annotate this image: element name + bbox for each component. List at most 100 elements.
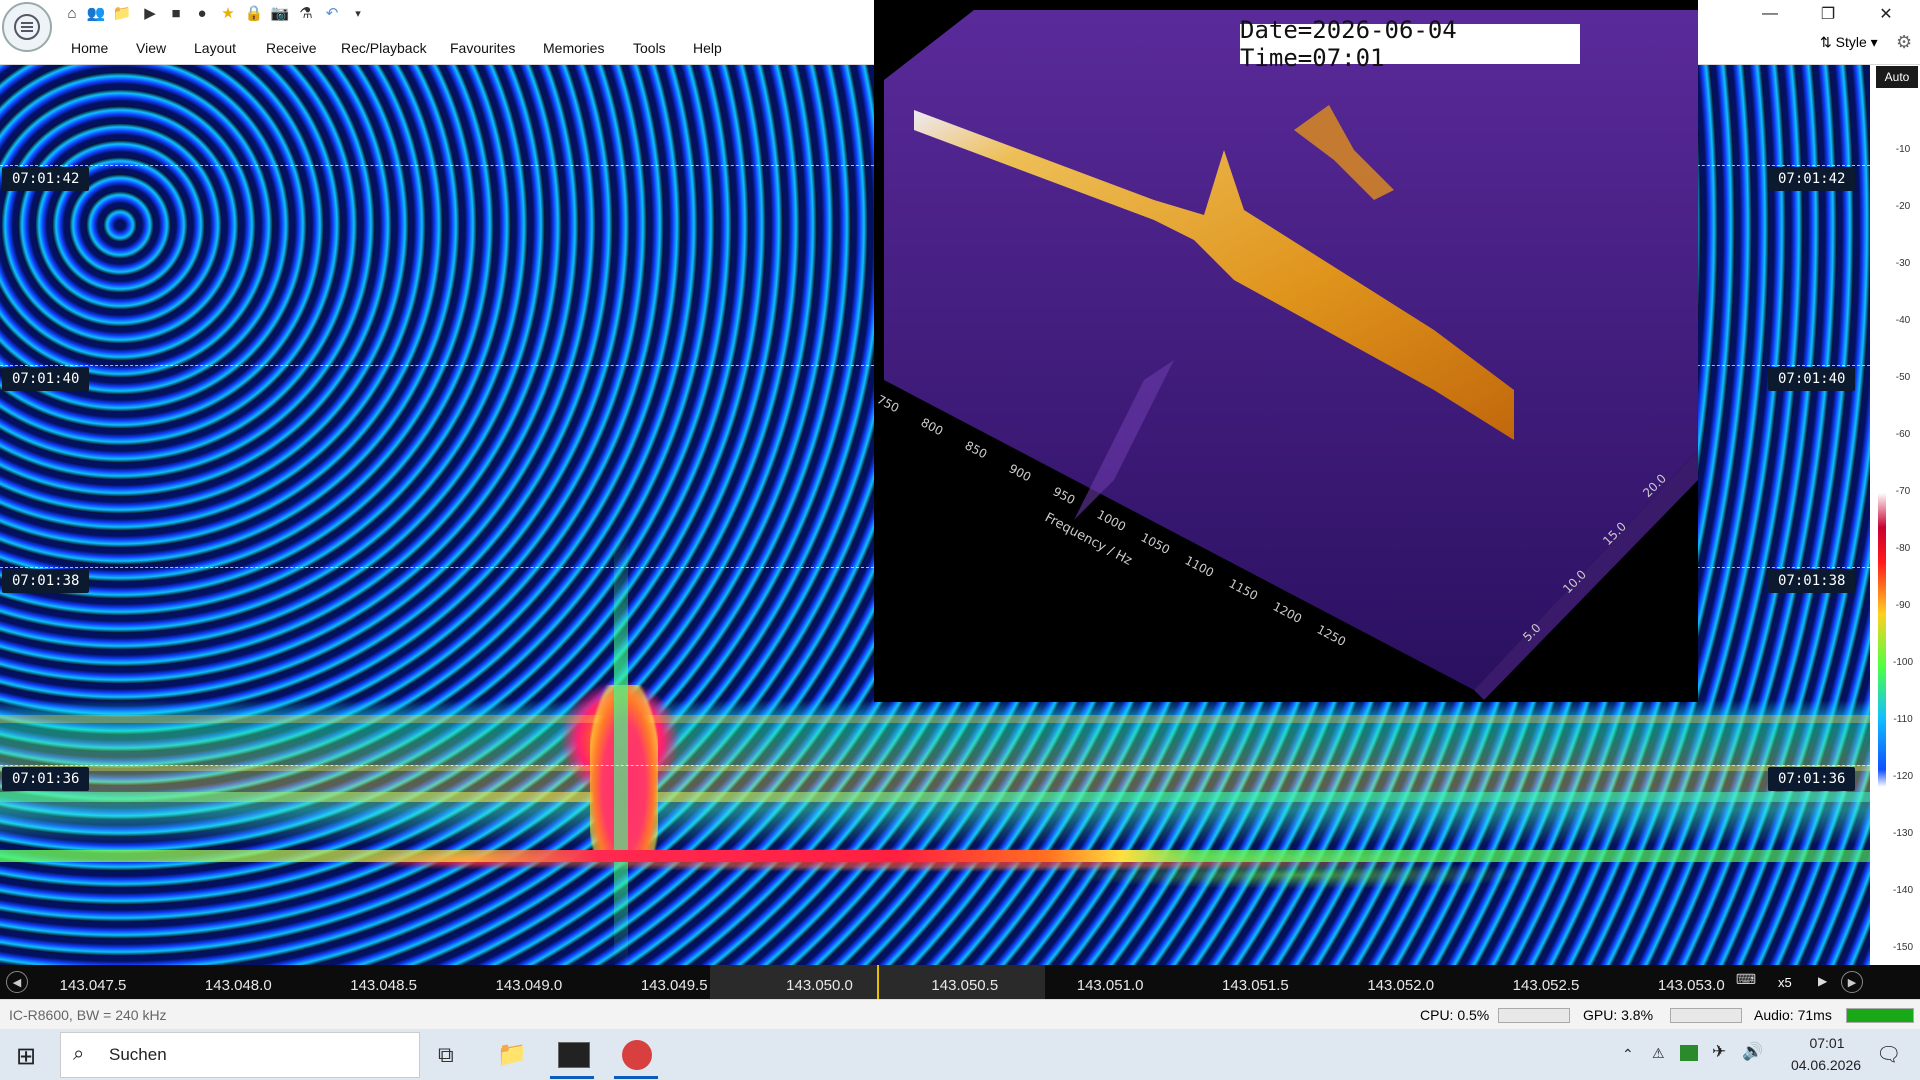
time-label-right: 07:01:42 [1768, 167, 1856, 191]
settings-icon[interactable]: ⚙ [1896, 32, 1912, 53]
menu-view[interactable]: View [136, 40, 166, 56]
level-tick-label: -120 [1892, 771, 1913, 782]
device-status: IC-R8600, BW = 240 kHz [9, 1007, 167, 1023]
level-tick-label: -20 [1895, 201, 1911, 212]
colour-scale-bar[interactable] [1878, 95, 1886, 960]
camera-icon[interactable]: 📷 [270, 3, 290, 23]
active-app-indicator [550, 1076, 594, 1079]
overlay-frequency-tick: 800 [919, 415, 946, 438]
chevron-up-icon[interactable]: ⌃ [1622, 1046, 1634, 1063]
frequency-tick-label: 143.051.5 [1222, 977, 1289, 994]
level-tick-label: -50 [1895, 372, 1911, 383]
users-icon[interactable]: 👥 [86, 3, 106, 23]
undo-icon[interactable]: ↶ [322, 3, 342, 23]
audio-meter [1846, 1008, 1914, 1023]
3d-spectrum-plot: 750800850900950100010501100115012001250 … [875, 10, 1698, 700]
frequency-tick-label: 143.048.0 [204, 977, 272, 994]
frequency-tick-label: 143.053.0 [1657, 977, 1725, 994]
notifications-icon[interactable]: 🗨 [1876, 1042, 1901, 1067]
scroll-right-icon[interactable]: ▶ [1841, 971, 1863, 993]
overlay-frequency-tick: 950 [1051, 484, 1078, 507]
taskbar-search[interactable]: ⌕ Suchen [60, 1032, 420, 1078]
clock-date[interactable]: 04.06.2026 [1784, 1057, 1868, 1073]
level-tick-label: -110 [1893, 714, 1913, 725]
level-tick-label: -60 [1895, 429, 1911, 440]
time-label-left: 07:01:40 [2, 367, 90, 391]
minimize-icon[interactable]: — [1742, 0, 1798, 28]
style-menu[interactable]: ⇅ Style ▾ [1820, 34, 1878, 51]
auto-scale-button[interactable]: Auto [1876, 66, 1918, 88]
volume-icon[interactable]: 🔊 [1742, 1042, 1763, 1062]
level-tick-label: -10 [1895, 144, 1911, 155]
menu-rec-playback[interactable]: Rec/Playback [341, 40, 427, 56]
time-label-right: 07:01:36 [1768, 767, 1856, 791]
time-gridline [0, 765, 1870, 766]
scroll-left-icon[interactable]: ◀ [6, 971, 28, 993]
record-icon[interactable]: ● [192, 3, 212, 23]
frequency-tick-label: 143.050.5 [931, 977, 999, 994]
tuning-marker[interactable] [877, 965, 879, 999]
cpu-meter [1498, 1008, 1570, 1023]
tray-gpu-icon[interactable] [1680, 1045, 1698, 1061]
flask-icon[interactable]: ⚗ [296, 3, 316, 23]
app-menu-button[interactable] [2, 2, 52, 52]
time-label-left: 07:01:36 [2, 767, 90, 791]
clock-time[interactable]: 07:01 [1792, 1035, 1862, 1051]
task-view-icon[interactable]: ⧉ [438, 1042, 454, 1068]
menu-receive[interactable]: Receive [266, 40, 317, 56]
style-icon: ⇅ [1820, 34, 1836, 50]
level-tick-label: -90 [1895, 600, 1911, 611]
restore-icon[interactable]: ❐ [1800, 0, 1856, 28]
gpu-meter [1670, 1008, 1742, 1023]
folder-icon[interactable]: 📁 [112, 3, 132, 23]
audio-latency: Audio: 71ms [1754, 1007, 1832, 1023]
search-icon: ⌕ [73, 1043, 85, 1065]
play-icon[interactable]: ▶ [140, 3, 160, 23]
windows-start-icon[interactable]: ⊞ [16, 1042, 36, 1071]
menu-favourites[interactable]: Favourites [450, 40, 515, 56]
airplane-mode-icon[interactable]: ✈ [1712, 1042, 1726, 1062]
frequency-tick-label: 143.052.5 [1512, 977, 1580, 994]
menu-layout[interactable]: Layout [194, 40, 236, 56]
frequency-axis[interactable]: ◀ 143.047.5 143.048.0 143.048.5 143.049.0 14… [0, 965, 1920, 999]
menu-help[interactable]: Help [693, 40, 722, 56]
gpu-usage: GPU: 3.8% [1583, 1007, 1654, 1023]
dropdown-icon[interactable]: ▾ [348, 3, 368, 23]
overlay-frequency-tick: 1150 [1227, 576, 1261, 603]
signal-trace [614, 535, 628, 965]
frequency-tick-label: 143.047.5 [59, 977, 127, 994]
frequency-tick-label: 143.052.0 [1367, 977, 1435, 994]
keyboard-icon[interactable]: ⌨ [1726, 971, 1766, 993]
frequency-tick-label: 143.050.0 [786, 977, 853, 994]
level-tick-label: -80 [1895, 543, 1911, 554]
sdr-app-icon[interactable] [622, 1040, 652, 1070]
zoom-level[interactable]: x5 [1778, 975, 1792, 990]
menu-home[interactable]: Home [71, 40, 108, 56]
frequency-tick-label: 143.049.5 [640, 977, 708, 994]
level-tick-label: -150 [1892, 942, 1913, 953]
cpu-usage: CPU: 0.5% [1420, 1007, 1490, 1023]
lock-icon[interactable]: 🔒 [244, 3, 264, 23]
frequency-tick-label: 143.048.5 [350, 977, 417, 994]
active-app-indicator [614, 1076, 658, 1079]
star-icon[interactable]: ★ [218, 3, 238, 23]
carrier-trace [0, 850, 1870, 862]
home-icon[interactable]: ⌂ [62, 3, 82, 23]
tray-network-icon[interactable]: ⚠ [1652, 1045, 1665, 1062]
time-label-left: 07:01:38 [2, 569, 90, 593]
app-menu-icon [14, 14, 40, 40]
terminal-icon[interactable] [558, 1042, 590, 1068]
menu-tools[interactable]: Tools [633, 40, 666, 56]
menu-memories[interactable]: Memories [543, 40, 604, 56]
chevron-down-icon: ▾ [1866, 34, 1878, 50]
zoom-arrow-icon[interactable]: ▶ [1818, 974, 1827, 988]
stop-icon[interactable]: ■ [166, 3, 186, 23]
level-tick-label: -130 [1892, 828, 1913, 839]
level-tick-label: -100 [1892, 657, 1913, 668]
close-icon[interactable]: ✕ [1858, 0, 1914, 28]
file-explorer-icon[interactable]: 📁 [497, 1040, 527, 1069]
level-tick-label: -140 [1892, 885, 1913, 896]
overlay-frequency-tick: 1050 [1139, 530, 1173, 557]
overlay-frequency-tick: 900 [1007, 461, 1034, 484]
level-tick-label: -70 [1895, 486, 1911, 497]
